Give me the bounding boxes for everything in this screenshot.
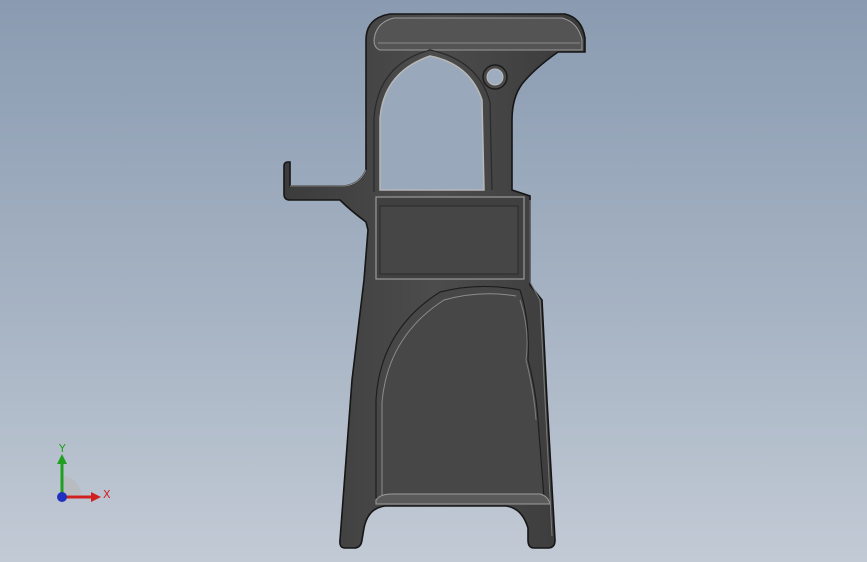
- z-axis-dot: [57, 492, 67, 502]
- orientation-triad: Y X: [57, 442, 111, 502]
- top-cap: [373, 17, 583, 51]
- part-model[interactable]: [0, 0, 867, 562]
- y-axis-label: Y: [58, 442, 66, 455]
- center-pocket-inner: [379, 205, 519, 275]
- triad-xy-arc: [62, 476, 81, 495]
- bottom-rail: [375, 493, 551, 505]
- mounting-hole-inner: [486, 68, 504, 86]
- x-axis-label: X: [103, 488, 111, 501]
- graphics-viewport[interactable]: Y X: [0, 0, 867, 562]
- y-axis-arrow: [57, 454, 67, 464]
- x-axis-arrow: [91, 492, 101, 502]
